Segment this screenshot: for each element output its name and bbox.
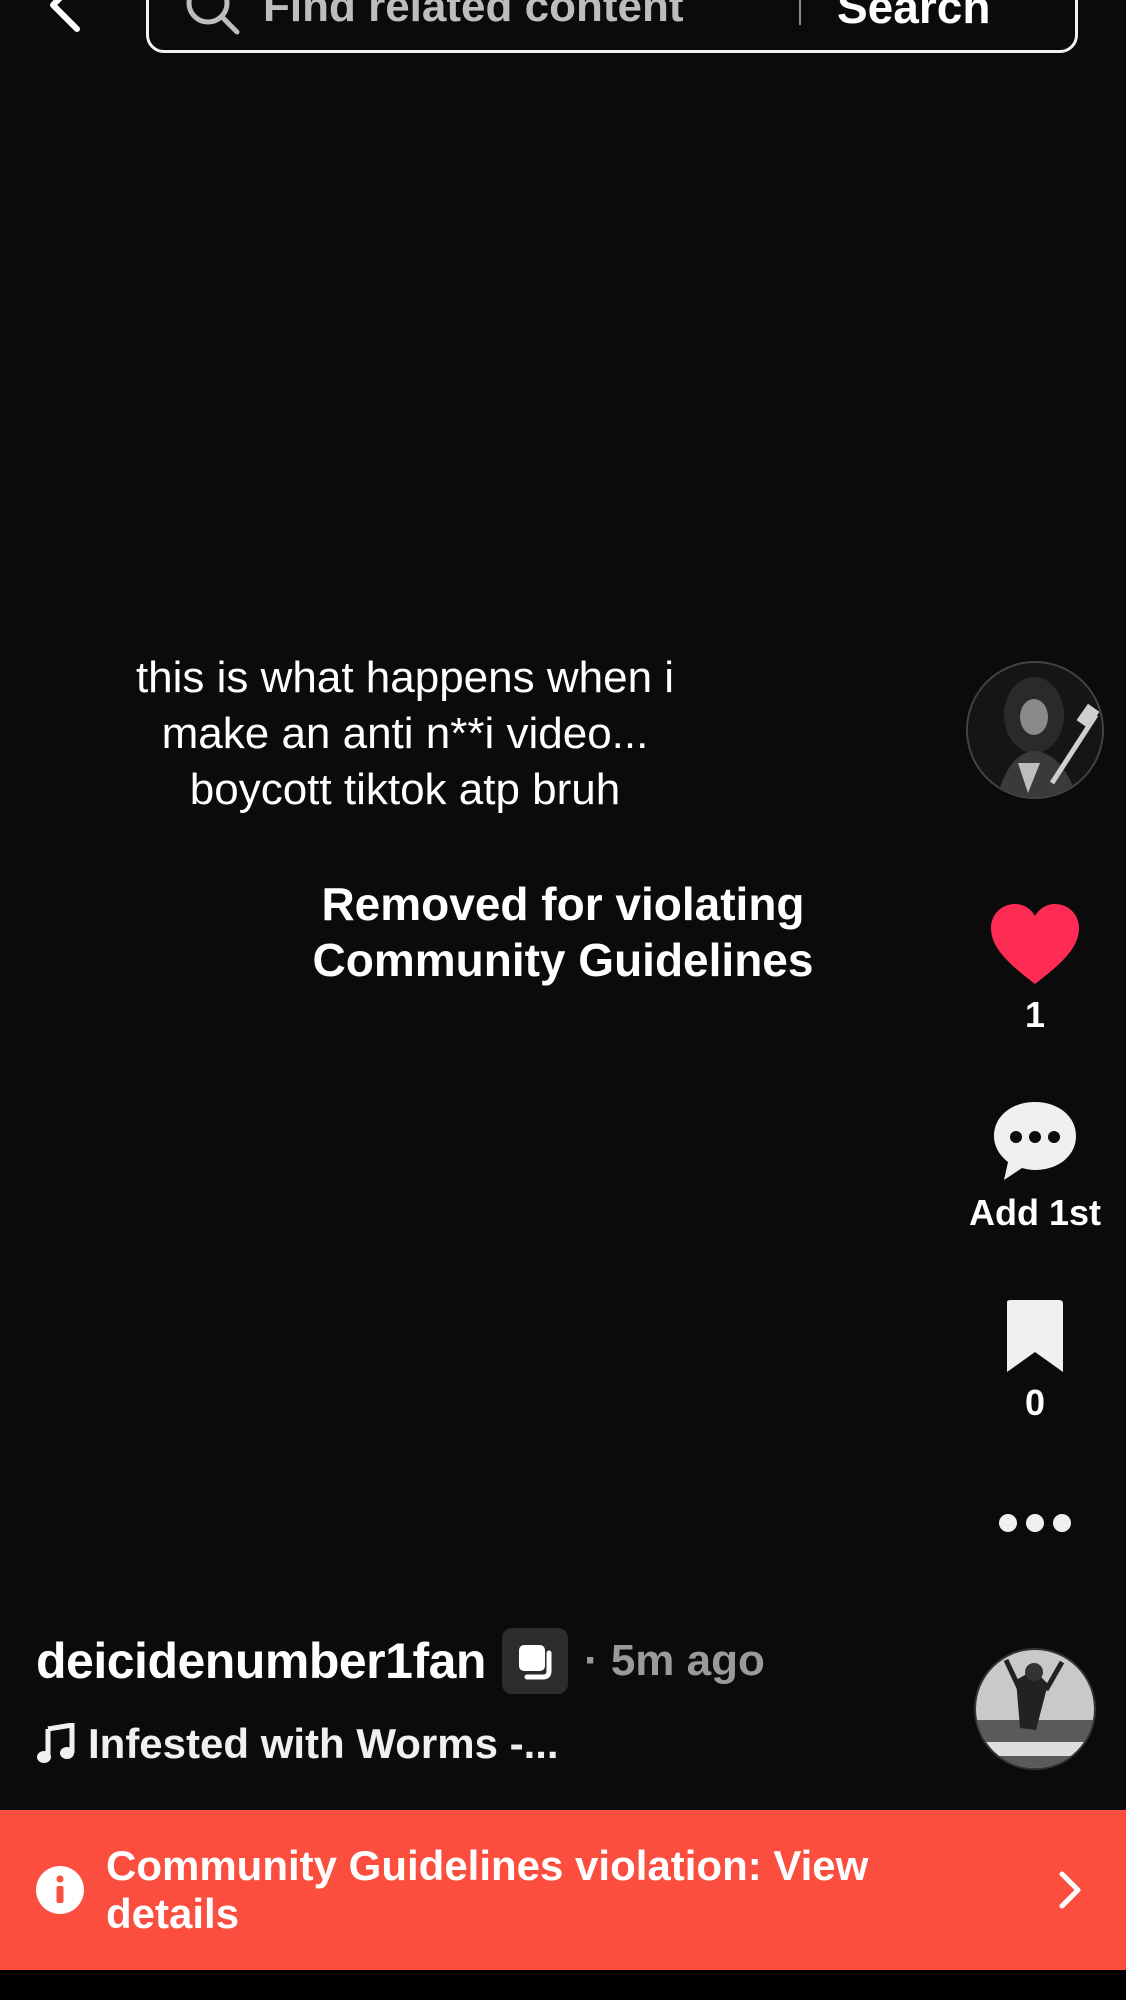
post-time: · 5m ago xyxy=(583,1636,765,1685)
avatar-image xyxy=(968,663,1102,797)
back-button[interactable] xyxy=(30,0,100,40)
removed-notice-line: Removed for violating xyxy=(321,878,805,930)
username[interactable]: deicidenumber1fan xyxy=(36,1632,486,1690)
repost-badge xyxy=(501,1628,568,1694)
like-button[interactable]: 1 xyxy=(955,902,1115,1036)
caption-line: this is what happens when i xyxy=(135,653,675,702)
search-divider xyxy=(799,0,801,25)
violation-banner[interactable]: Community Guidelines violation: View det… xyxy=(0,1810,1126,1970)
chevron-left-icon xyxy=(50,0,80,32)
like-count: 1 xyxy=(1024,994,1046,1035)
search-icon xyxy=(183,0,241,36)
caption-line: boycott tiktok atp bruh xyxy=(189,765,621,814)
comment-label: Add 1st xyxy=(968,1192,1101,1233)
chevron-right-icon xyxy=(1050,1870,1090,1910)
info-icon xyxy=(36,1866,84,1914)
comment-button[interactable]: Add 1st xyxy=(955,1098,1115,1234)
post-meta: deicidenumber1fan · 5m ago xyxy=(36,1628,765,1694)
creator-avatar[interactable] xyxy=(966,661,1104,799)
music-disc-image xyxy=(976,1650,1094,1768)
removed-notice: Removed for violating Community Guidelin… xyxy=(240,876,886,988)
sound-link[interactable]: Infested with Worms -... xyxy=(36,1720,559,1768)
removed-notice-line: Community Guidelines xyxy=(312,934,814,986)
bookmark-count: 0 xyxy=(1024,1382,1046,1423)
search-button[interactable]: Search xyxy=(837,0,990,34)
music-disc[interactable] xyxy=(974,1648,1096,1770)
bottom-strip xyxy=(0,1970,1126,2000)
video-caption: this is what happens when i make an anti… xyxy=(60,650,750,818)
music-note-icon xyxy=(37,1723,75,1763)
bookmark-button[interactable]: 0 xyxy=(955,1298,1115,1424)
more-horizontal-icon xyxy=(999,1514,1071,1532)
search-bar[interactable]: Search xyxy=(146,0,1078,53)
bookmark-icon xyxy=(1007,1300,1063,1372)
more-options-button[interactable] xyxy=(955,1512,1115,1534)
comment-icon xyxy=(994,1102,1076,1180)
heart-icon xyxy=(991,904,1079,984)
search-input[interactable] xyxy=(263,0,783,32)
violation-banner-text: Community Guidelines violation: View det… xyxy=(106,1842,869,1937)
copy-icon xyxy=(518,1645,552,1680)
sound-title: Infested with Worms -... xyxy=(88,1720,559,1767)
caption-line: make an anti n**i video... xyxy=(161,709,649,758)
